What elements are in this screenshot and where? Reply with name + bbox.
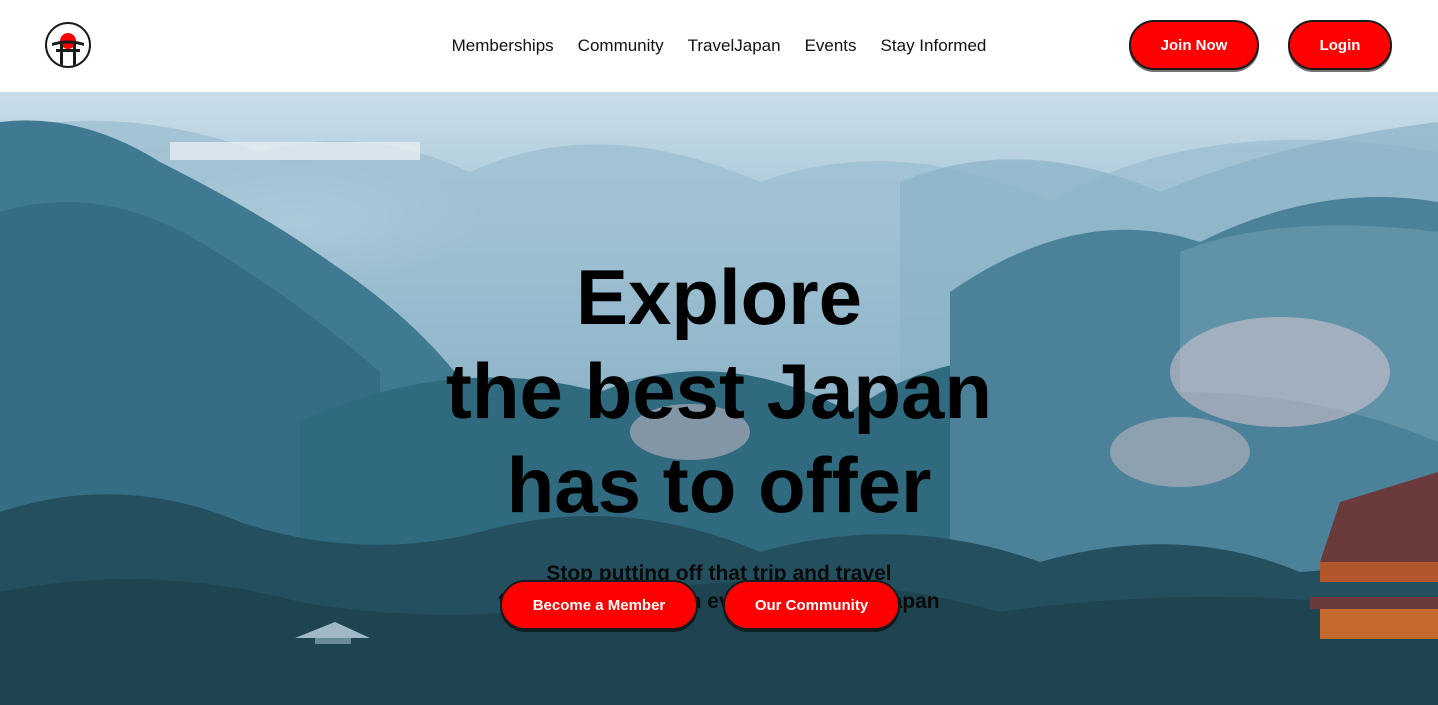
- hero-section: Explore the best Japan has to offer Stop…: [0, 92, 1438, 705]
- nav-memberships[interactable]: Memberships: [452, 36, 554, 56]
- site-header: Memberships Community TravelJapan Events…: [0, 0, 1438, 92]
- nav-traveljapan[interactable]: TravelJapan: [688, 36, 781, 56]
- our-community-button[interactable]: Our Community: [723, 580, 900, 630]
- hero-subtitle: Stop putting off that trip and travel to…: [0, 560, 1438, 616]
- nav-events[interactable]: Events: [805, 36, 857, 56]
- login-button[interactable]: Login: [1288, 20, 1392, 70]
- hero-title: Explore the best Japan has to offer: [0, 250, 1438, 532]
- hero-title-line-1: Explore: [575, 253, 863, 341]
- hero-subtitle-line-1: Stop putting off that trip and travel: [546, 562, 892, 585]
- nav-stay-informed[interactable]: Stay Informed: [881, 36, 987, 56]
- become-member-button[interactable]: Become a Member: [500, 580, 698, 630]
- hero-title-line-2: the best Japan: [445, 347, 993, 435]
- hero-title-line-3: has to offer: [506, 441, 932, 529]
- hero-subtitle-line-2: to Japan easier than ever using TravelJa…: [498, 590, 940, 613]
- torii-sun-logo-icon[interactable]: [45, 22, 91, 68]
- join-now-button[interactable]: Join Now: [1129, 20, 1259, 70]
- nav-community[interactable]: Community: [578, 36, 664, 56]
